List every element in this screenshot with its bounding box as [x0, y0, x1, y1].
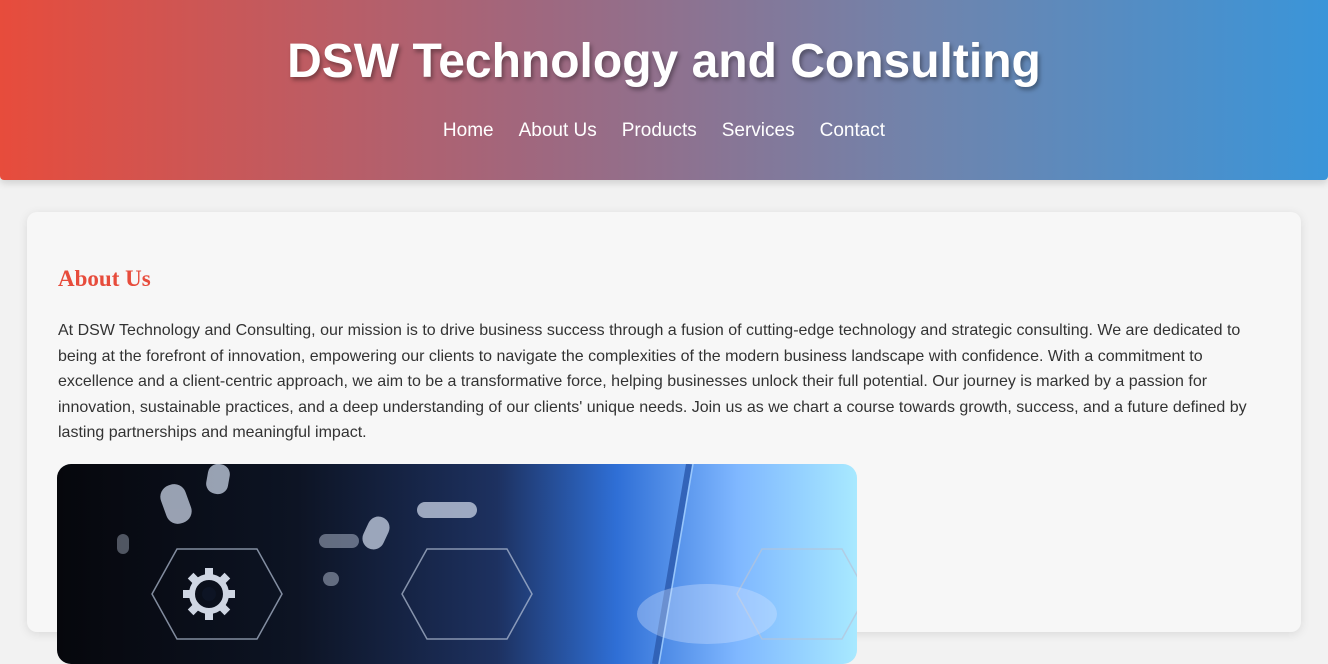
site-title: DSW Technology and Consulting: [287, 35, 1041, 88]
hero-illustration: [117, 464, 857, 664]
nav-home-link[interactable]: Home: [443, 118, 494, 144]
gear-icon: [183, 568, 235, 620]
about-paragraph: At DSW Technology and Consulting, our mi…: [58, 322, 1247, 442]
nav-products-link[interactable]: Products: [622, 118, 697, 144]
site-header: DSW Technology and Consulting Home About…: [0, 0, 1328, 180]
main-nav: Home About Us Products Services Contact: [0, 118, 1328, 144]
about-hero-image: [57, 464, 857, 664]
about-section: About Us At DSW Technology and Consultin…: [27, 212, 1301, 664]
nav-about-us-link[interactable]: About Us: [519, 118, 597, 144]
nav-contact-link[interactable]: Contact: [820, 118, 885, 144]
nav-services-link[interactable]: Services: [722, 118, 795, 144]
about-title: About Us: [58, 266, 151, 291]
